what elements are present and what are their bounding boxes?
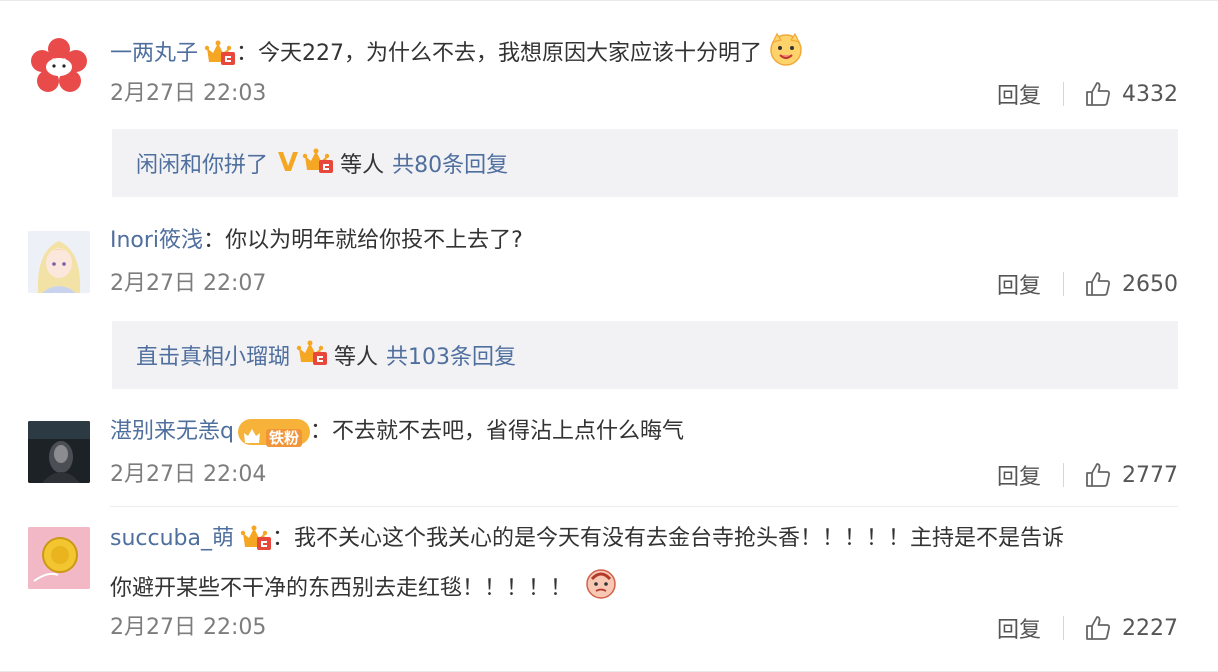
comment-actions: 回复 2650 xyxy=(997,268,1178,300)
avatar[interactable] xyxy=(28,231,90,293)
colon: ： xyxy=(236,41,259,66)
avatar[interactable] xyxy=(28,421,90,483)
comment-text: 你以为明年就给你投不上去了? xyxy=(225,228,523,253)
comment-text: 不去就不去吧，省得沾上点什么晦气 xyxy=(332,419,685,444)
action-divider xyxy=(1063,272,1064,296)
like-button[interactable]: 2777 xyxy=(1084,461,1178,489)
like-button[interactable]: 2227 xyxy=(1084,614,1178,642)
comment-actions: 回复 2777 xyxy=(997,459,1178,491)
avatar[interactable] xyxy=(28,35,90,97)
reply-total-link[interactable]: 共103条回复 xyxy=(386,339,516,371)
reply-preview-names[interactable]: 直击真相小瑠瑚 xyxy=(136,339,290,371)
reply-button[interactable]: 回复 xyxy=(997,78,1063,110)
comment-text: 今天227，为什么不去，我想原因大家应该十分明了 xyxy=(258,41,763,66)
colon: ： xyxy=(203,228,226,253)
action-divider xyxy=(1063,463,1064,487)
verified-v-icon: V xyxy=(278,148,299,178)
reply-preview-etc: 等人 xyxy=(340,153,385,178)
username[interactable]: 一两丸子 xyxy=(110,41,198,66)
reply-preview[interactable]: 闲闲和你拼了 V 等人 共80条回复 xyxy=(112,129,1178,197)
like-count: 2777 xyxy=(1122,462,1178,488)
thumbs-up-icon xyxy=(1086,463,1110,487)
like-button[interactable]: 4332 xyxy=(1084,80,1178,108)
action-divider xyxy=(1063,616,1064,640)
reply-preview-etc: 等人 xyxy=(334,345,379,370)
like-count: 2650 xyxy=(1122,271,1178,297)
like-count: 4332 xyxy=(1122,81,1178,107)
iron-fan-badge[interactable]: 铁粉 xyxy=(237,419,310,447)
like-count: 2227 xyxy=(1122,615,1178,641)
colon: ： xyxy=(309,419,332,444)
face-emoji-icon xyxy=(584,567,618,613)
action-divider xyxy=(1063,82,1064,106)
timestamp: 2月27日 22:04 xyxy=(110,462,267,487)
reply-total-link[interactable]: 共80条回复 xyxy=(392,147,508,179)
crown-badge-icon[interactable] xyxy=(302,146,334,180)
divider-line xyxy=(110,506,1178,507)
colon: ： xyxy=(272,526,295,551)
timestamp: 2月27日 22:07 xyxy=(110,271,267,296)
reply-button[interactable]: 回复 xyxy=(997,459,1063,491)
comment-text-line1: 我不关心这个我关心的是今天有没有去金台寺抢头香！！！！！主持是不是告诉 xyxy=(294,526,1065,551)
username[interactable]: Inori筱浅 xyxy=(110,228,203,253)
reply-preview[interactable]: 直击真相小瑠瑚 等人 共103条回复 xyxy=(112,321,1178,389)
like-button[interactable]: 2650 xyxy=(1084,270,1178,298)
doge-emoji-icon xyxy=(768,32,804,78)
reply-preview-names[interactable]: 闲闲和你拼了 xyxy=(136,147,268,179)
thumbs-up-icon xyxy=(1086,616,1110,640)
reply-button[interactable]: 回复 xyxy=(997,268,1063,300)
comment-actions: 回复 2227 xyxy=(997,612,1178,644)
timestamp: 2月27日 22:05 xyxy=(110,615,267,640)
crown-badge-icon[interactable] xyxy=(204,38,236,78)
crown-badge-icon[interactable] xyxy=(240,523,272,563)
crown-badge-icon[interactable] xyxy=(296,338,328,372)
comment-actions: 回复 4332 xyxy=(997,78,1178,110)
comment-text-line2: 你避开某些不干净的东西别去走红毯！！！！！ xyxy=(110,576,573,601)
thumbs-up-icon xyxy=(1086,272,1110,296)
username[interactable]: succuba_萌 xyxy=(110,526,234,551)
thumbs-up-icon xyxy=(1086,82,1110,106)
reply-button[interactable]: 回复 xyxy=(997,612,1063,644)
weibo-comment-list: 一两丸子 ：今天227，为什么不去，我想原因大家应该十分明了 2月27日 22:0… xyxy=(0,0,1218,672)
avatar[interactable] xyxy=(28,527,90,589)
username[interactable]: 湛别来无恙q xyxy=(110,419,234,444)
timestamp: 2月27日 22:03 xyxy=(110,81,267,106)
crown-badge-icon xyxy=(243,429,260,443)
